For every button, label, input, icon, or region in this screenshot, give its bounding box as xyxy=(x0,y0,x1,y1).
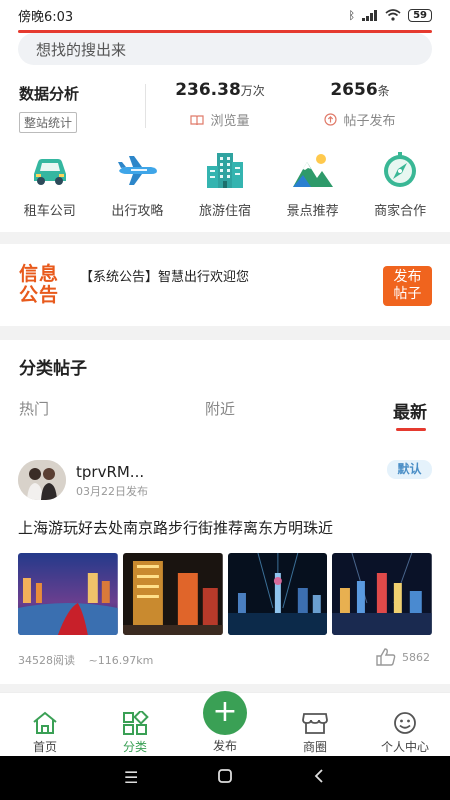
views-value-line: 236.38万次 xyxy=(170,80,270,100)
views-label-line: 浏览量 xyxy=(170,110,270,129)
battery-indicator: 59 xyxy=(408,8,432,22)
tab-label: 商圈 xyxy=(302,740,327,754)
system-navigation-bar: ☰ xyxy=(0,756,450,800)
post-title[interactable]: 上海游玩好去处南京路步行街推荐离东方明珠近 xyxy=(18,517,333,538)
bluetooth-icon: ᛒ xyxy=(348,8,356,22)
posts-unit: 条 xyxy=(377,84,390,98)
car-icon xyxy=(33,159,66,185)
tab-category[interactable]: 分类 xyxy=(100,711,170,755)
category-label: 旅游住宿 xyxy=(198,204,251,219)
post-date: 03月22日发布 xyxy=(76,485,148,498)
views-value: 236.38 xyxy=(175,80,241,100)
views-label: 浏览量 xyxy=(210,114,250,129)
category-label: 景点推荐 xyxy=(286,204,339,219)
post-card[interactable]: tprvRM... 03月22日发布 默认 上海游玩好去处南京路步行街推荐离东方… xyxy=(0,455,450,680)
posts-value-line: 2656条 xyxy=(310,80,410,100)
notice-bar: 信息 公告 【系统公告】智慧出行欢迎您 发布 帖子 xyxy=(0,244,450,326)
category-label: 出行攻略 xyxy=(111,204,164,219)
section-divider xyxy=(0,326,450,340)
publish-button[interactable]: + xyxy=(203,691,247,735)
wifi-icon xyxy=(385,9,401,21)
notice-logo: 信息 公告 xyxy=(19,264,69,306)
post-image[interactable] xyxy=(18,553,118,635)
post-tabs: 热门 附近 最新 xyxy=(0,398,450,438)
avatar[interactable] xyxy=(18,460,66,500)
publish-post-button[interactable]: 发布 帖子 xyxy=(383,266,432,306)
compass-icon xyxy=(384,152,417,187)
airplane-icon xyxy=(118,156,158,185)
tab-label: 分类 xyxy=(122,740,147,754)
category-lodging[interactable]: 旅游住宿 xyxy=(186,150,264,222)
publish-button-line2: 帖子 xyxy=(393,286,422,302)
home-icon xyxy=(33,711,57,734)
category-grid: 租车公司 出行攻略 旅游住宿 景点推荐 商家合作 xyxy=(0,150,450,222)
tab-hot[interactable]: 热门 xyxy=(19,398,49,419)
tab-label: 首页 xyxy=(32,740,57,754)
smiley-icon xyxy=(394,712,416,734)
post-image[interactable] xyxy=(227,553,328,635)
like-button[interactable]: 5862 xyxy=(376,648,430,666)
views-stat: 236.38万次 浏览量 xyxy=(170,80,270,129)
stats-title: 数据分析 xyxy=(19,85,80,103)
post-image[interactable] xyxy=(122,553,223,635)
posts-stat: 2656条 帖子发布 xyxy=(310,80,410,129)
category-attractions[interactable]: 景点推荐 xyxy=(274,150,352,222)
plus-icon: + xyxy=(212,694,238,729)
search-placeholder: 想找的搜出来 xyxy=(36,40,127,59)
thumbs-up-icon xyxy=(376,648,396,666)
status-bar: 傍晚6:03 ᛒ 59 xyxy=(0,0,450,30)
tab-label: 个人中心 xyxy=(380,740,429,754)
home-square-icon[interactable] xyxy=(217,768,233,788)
post-image-gallery xyxy=(18,553,432,635)
mountain-icon xyxy=(292,154,333,187)
posts-label-line: 帖子发布 xyxy=(310,110,410,129)
tab-profile[interactable]: 个人中心 xyxy=(370,711,440,755)
bottom-tab-bar: 首页 分类 + 发布 商圈 个人中心 xyxy=(0,691,450,756)
category-label: 商家合作 xyxy=(374,204,427,219)
category-car-rental[interactable]: 租车公司 xyxy=(11,150,89,222)
views-unit: 万次 xyxy=(240,84,265,98)
back-icon[interactable] xyxy=(313,768,325,788)
category-travel-guide[interactable]: 出行攻略 xyxy=(98,150,176,222)
store-icon xyxy=(302,713,328,734)
notice-logo-line1: 信息 xyxy=(19,263,60,285)
post-image[interactable] xyxy=(332,553,432,635)
category-label: 租车公司 xyxy=(23,204,76,219)
stats-divider xyxy=(145,84,146,128)
stats-tag: 整站统计 xyxy=(19,112,78,133)
upload-circle-icon xyxy=(324,113,338,126)
tab-latest[interactable]: 最新 xyxy=(393,398,427,423)
grid-icon xyxy=(123,711,149,735)
active-tab-indicator xyxy=(396,428,426,431)
status-icons: ᛒ 59 xyxy=(348,8,432,22)
search-input[interactable]: 想找的搜出来 xyxy=(18,33,432,65)
category-merchant[interactable]: 商家合作 xyxy=(361,150,439,222)
tab-home[interactable]: 首页 xyxy=(10,711,80,755)
tab-nearby[interactable]: 附近 xyxy=(205,398,235,419)
section-divider xyxy=(0,232,450,244)
post-username[interactable]: tprvRM... xyxy=(76,463,144,481)
stats-panel: 数据分析 整站统计 236.38万次 浏览量 2656条 帖子发布 xyxy=(0,80,450,133)
post-reads: 34528阅读 xyxy=(18,654,75,667)
tab-publish-label[interactable]: 发布 xyxy=(190,737,260,754)
post-distance: ~116.97km xyxy=(88,654,154,667)
notice-logo-line2: 公告 xyxy=(19,284,60,306)
notice-text[interactable]: 【系统公告】智慧出行欢迎您 xyxy=(80,266,249,285)
signal-icon xyxy=(362,9,378,21)
status-badge: 默认 xyxy=(387,460,432,479)
tab-business-district[interactable]: 商圈 xyxy=(280,711,350,755)
posts-value: 2656 xyxy=(330,80,378,100)
building-icon xyxy=(206,153,243,188)
book-icon xyxy=(190,114,205,125)
section-title: 分类帖子 xyxy=(19,359,87,379)
publish-button-line1: 发布 xyxy=(393,269,422,285)
stats-summary: 数据分析 整站统计 xyxy=(19,83,79,133)
post-meta: 34528阅读 ~116.97km xyxy=(18,652,153,668)
menu-icon[interactable]: ☰ xyxy=(124,768,138,787)
like-count: 5862 xyxy=(402,650,430,664)
status-time: 傍晚6:03 xyxy=(18,9,74,25)
posts-label: 帖子发布 xyxy=(343,114,396,129)
